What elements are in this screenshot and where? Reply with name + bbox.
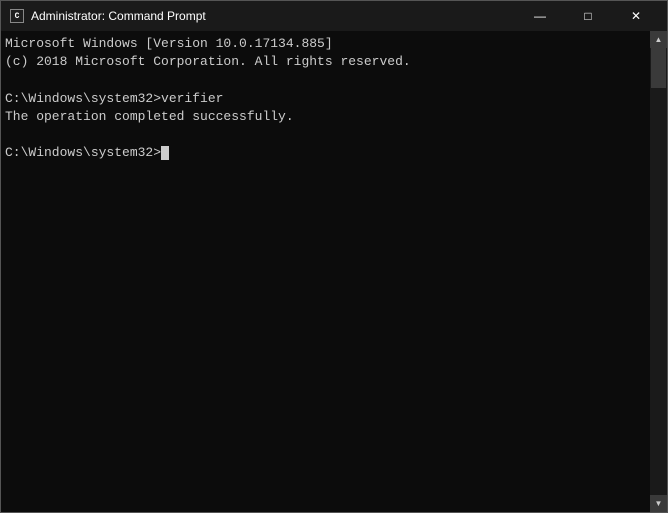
title-controls: — □ ✕ xyxy=(517,1,659,31)
maximize-button[interactable]: □ xyxy=(565,1,611,31)
terminal-line2: (c) 2018 Microsoft Corporation. All righ… xyxy=(5,54,411,69)
scrollbar[interactable]: ▲ ▼ xyxy=(650,31,667,512)
window-body: Microsoft Windows [Version 10.0.17134.88… xyxy=(1,31,667,512)
terminal-line1: Microsoft Windows [Version 10.0.17134.88… xyxy=(5,36,333,51)
terminal-line4: C:\Windows\system32>verifier xyxy=(5,91,223,106)
terminal-line3 xyxy=(5,72,13,87)
scrollbar-track[interactable] xyxy=(650,48,667,495)
terminal-line5: The operation completed successfully. xyxy=(5,109,294,124)
terminal-cursor xyxy=(161,146,169,160)
scrollbar-down-arrow[interactable]: ▼ xyxy=(650,495,667,512)
title-bar-left: C Administrator: Command Prompt xyxy=(9,8,206,24)
terminal-line6 xyxy=(5,127,13,142)
title-bar: C Administrator: Command Prompt — □ ✕ xyxy=(1,1,667,31)
window-icon: C xyxy=(9,8,25,24)
minimize-button[interactable]: — xyxy=(517,1,563,31)
scrollbar-up-arrow[interactable]: ▲ xyxy=(650,31,667,48)
terminal-area[interactable]: Microsoft Windows [Version 10.0.17134.88… xyxy=(1,31,650,512)
scrollbar-thumb[interactable] xyxy=(651,48,666,88)
terminal-output: Microsoft Windows [Version 10.0.17134.88… xyxy=(5,35,646,162)
cmd-window: C Administrator: Command Prompt — □ ✕ Mi… xyxy=(0,0,668,513)
window-title: Administrator: Command Prompt xyxy=(31,9,206,23)
cmd-icon-graphic: C xyxy=(10,9,24,23)
close-button[interactable]: ✕ xyxy=(613,1,659,31)
terminal-line7: C:\Windows\system32> xyxy=(5,145,161,160)
